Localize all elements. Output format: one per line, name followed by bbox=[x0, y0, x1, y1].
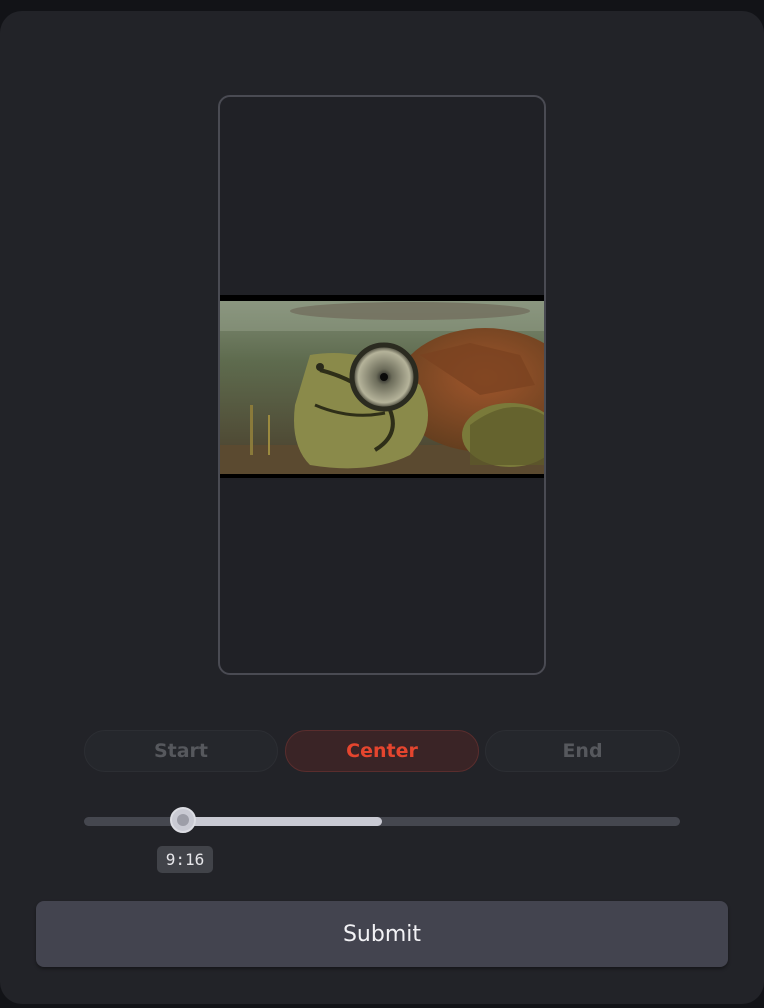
aspect-ratio-slider[interactable] bbox=[84, 807, 680, 833]
slider-fill bbox=[184, 817, 382, 826]
slider-thumb[interactable] bbox=[170, 807, 196, 833]
crop-preview-frame bbox=[218, 95, 546, 675]
align-center-button[interactable]: Center bbox=[285, 730, 479, 772]
align-start-button[interactable]: Start bbox=[84, 730, 278, 772]
aspect-ratio-value: 9:16 bbox=[157, 846, 213, 873]
turtle-photo bbox=[220, 295, 544, 478]
align-end-button[interactable]: End bbox=[485, 730, 680, 772]
submit-button[interactable]: Submit bbox=[36, 901, 728, 967]
crop-dialog: Start Center End 9:16 Submit bbox=[0, 11, 764, 1004]
alignment-selector: Start Center End bbox=[84, 730, 680, 772]
